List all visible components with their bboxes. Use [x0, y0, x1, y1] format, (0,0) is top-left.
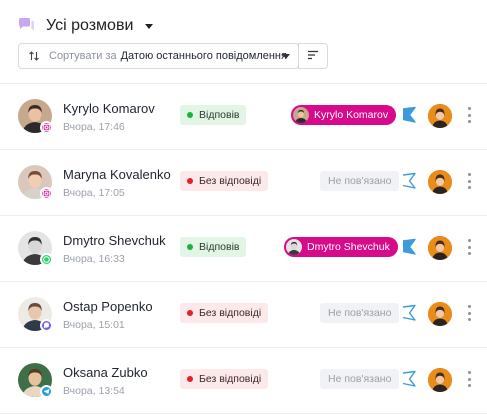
- last-message-time: Вчора, 17:05: [63, 187, 125, 199]
- status-label: Без відповіді: [199, 307, 262, 319]
- chevron-down-icon: [282, 54, 290, 59]
- last-message-time: Вчора, 17:46: [63, 121, 125, 133]
- conversation-filter-dropdown[interactable]: Усі розмови: [18, 14, 154, 38]
- more-vertical-icon[interactable]: [466, 371, 472, 387]
- status-dot-icon: [187, 178, 193, 184]
- status-badge: Відповів: [180, 237, 247, 257]
- sort-direction-button[interactable]: [298, 43, 328, 69]
- more-vertical-icon[interactable]: [466, 305, 472, 321]
- status-dot-icon: [187, 112, 193, 118]
- chatbot-icon[interactable]: [401, 370, 417, 388]
- agent-avatar[interactable]: [428, 170, 452, 194]
- status-dot-icon: [187, 310, 193, 316]
- contact-name[interactable]: Oksana Zubko: [63, 365, 148, 380]
- instagram-icon: [40, 121, 53, 134]
- sort-label: Сортувати за: [49, 50, 117, 62]
- status-badge: Без відповіді: [180, 171, 269, 191]
- conversation-row[interactable]: Maryna Kovalenko Вчора, 17:05 Без відпов…: [0, 150, 487, 216]
- status-label: Без відповіді: [199, 373, 262, 385]
- more-vertical-icon[interactable]: [466, 107, 472, 123]
- status-label: Відповів: [199, 241, 240, 253]
- conversation-row[interactable]: Ostap Popenko Вчора, 15:01 Без відповіді…: [0, 282, 487, 348]
- conversation-row[interactable]: Dmytro Shevchuk Вчора, 16:33 Відповів Dm…: [0, 216, 487, 282]
- conversation-row[interactable]: Kyrylo Komarov Вчора, 17:46 Відповів Kyr…: [0, 84, 487, 150]
- status-badge: Без відповіді: [180, 369, 269, 389]
- unassigned-badge[interactable]: Не пов'язано: [320, 369, 400, 389]
- contact-name[interactable]: Maryna Kovalenko: [63, 167, 171, 182]
- contact-name[interactable]: Dmytro Shevchuk: [63, 233, 166, 248]
- unassigned-badge[interactable]: Не пов'язано: [320, 171, 400, 191]
- chat-bubbles-icon: [18, 17, 36, 35]
- agent-avatar[interactable]: [428, 368, 452, 392]
- conversation-row[interactable]: Oksana Zubko Вчора, 13:54 Без відповіді …: [0, 348, 487, 414]
- chatbot-icon[interactable]: [401, 304, 417, 322]
- assignee-name: Kyrylo Komarov: [314, 109, 389, 121]
- status-label: Відповів: [199, 109, 240, 121]
- contact-name[interactable]: Ostap Popenko: [63, 299, 153, 314]
- status-label: Без відповіді: [199, 175, 262, 187]
- more-vertical-icon[interactable]: [466, 173, 472, 189]
- status-badge: Без відповіді: [180, 303, 269, 323]
- chatbot-icon[interactable]: [401, 172, 417, 190]
- sort-select[interactable]: Сортувати за Датою останнього повідомлен…: [18, 43, 299, 69]
- assignee-chip[interactable]: Dmytro Shevchuk: [284, 237, 398, 257]
- sort-lines-icon: [307, 47, 319, 65]
- status-dot-icon: [187, 376, 193, 382]
- whatsapp-icon: [40, 253, 53, 266]
- last-message-time: Вчора, 13:54: [63, 385, 125, 397]
- page-title: Усі розмови: [46, 17, 134, 34]
- assignee-avatar: [286, 239, 302, 255]
- instagram-icon: [40, 187, 53, 200]
- contact-name[interactable]: Kyrylo Komarov: [63, 101, 155, 116]
- last-message-time: Вчора, 16:33: [63, 253, 125, 265]
- sort-value: Датою останнього повідомлення: [120, 50, 287, 62]
- chatbot-icon[interactable]: [401, 238, 417, 256]
- last-message-time: Вчора, 15:01: [63, 319, 125, 331]
- telegram-icon: [40, 385, 53, 398]
- status-dot-icon: [187, 244, 193, 250]
- assignee-avatar: [293, 107, 309, 123]
- viber-icon: [40, 319, 53, 332]
- chatbot-icon[interactable]: [401, 106, 417, 124]
- status-badge: Відповів: [180, 105, 247, 125]
- agent-avatar[interactable]: [428, 236, 452, 260]
- conversations-header: Усі розмови Сортувати за Датою останньог…: [0, 0, 487, 84]
- agent-avatar[interactable]: [428, 104, 452, 128]
- sort-arrows-icon: [28, 50, 40, 62]
- more-vertical-icon[interactable]: [466, 239, 472, 255]
- chevron-down-icon: [145, 23, 154, 29]
- unassigned-badge[interactable]: Не пов'язано: [320, 303, 400, 323]
- assignee-name: Dmytro Shevchuk: [307, 241, 390, 253]
- agent-avatar[interactable]: [428, 302, 452, 326]
- assignee-chip[interactable]: Kyrylo Komarov: [291, 105, 397, 125]
